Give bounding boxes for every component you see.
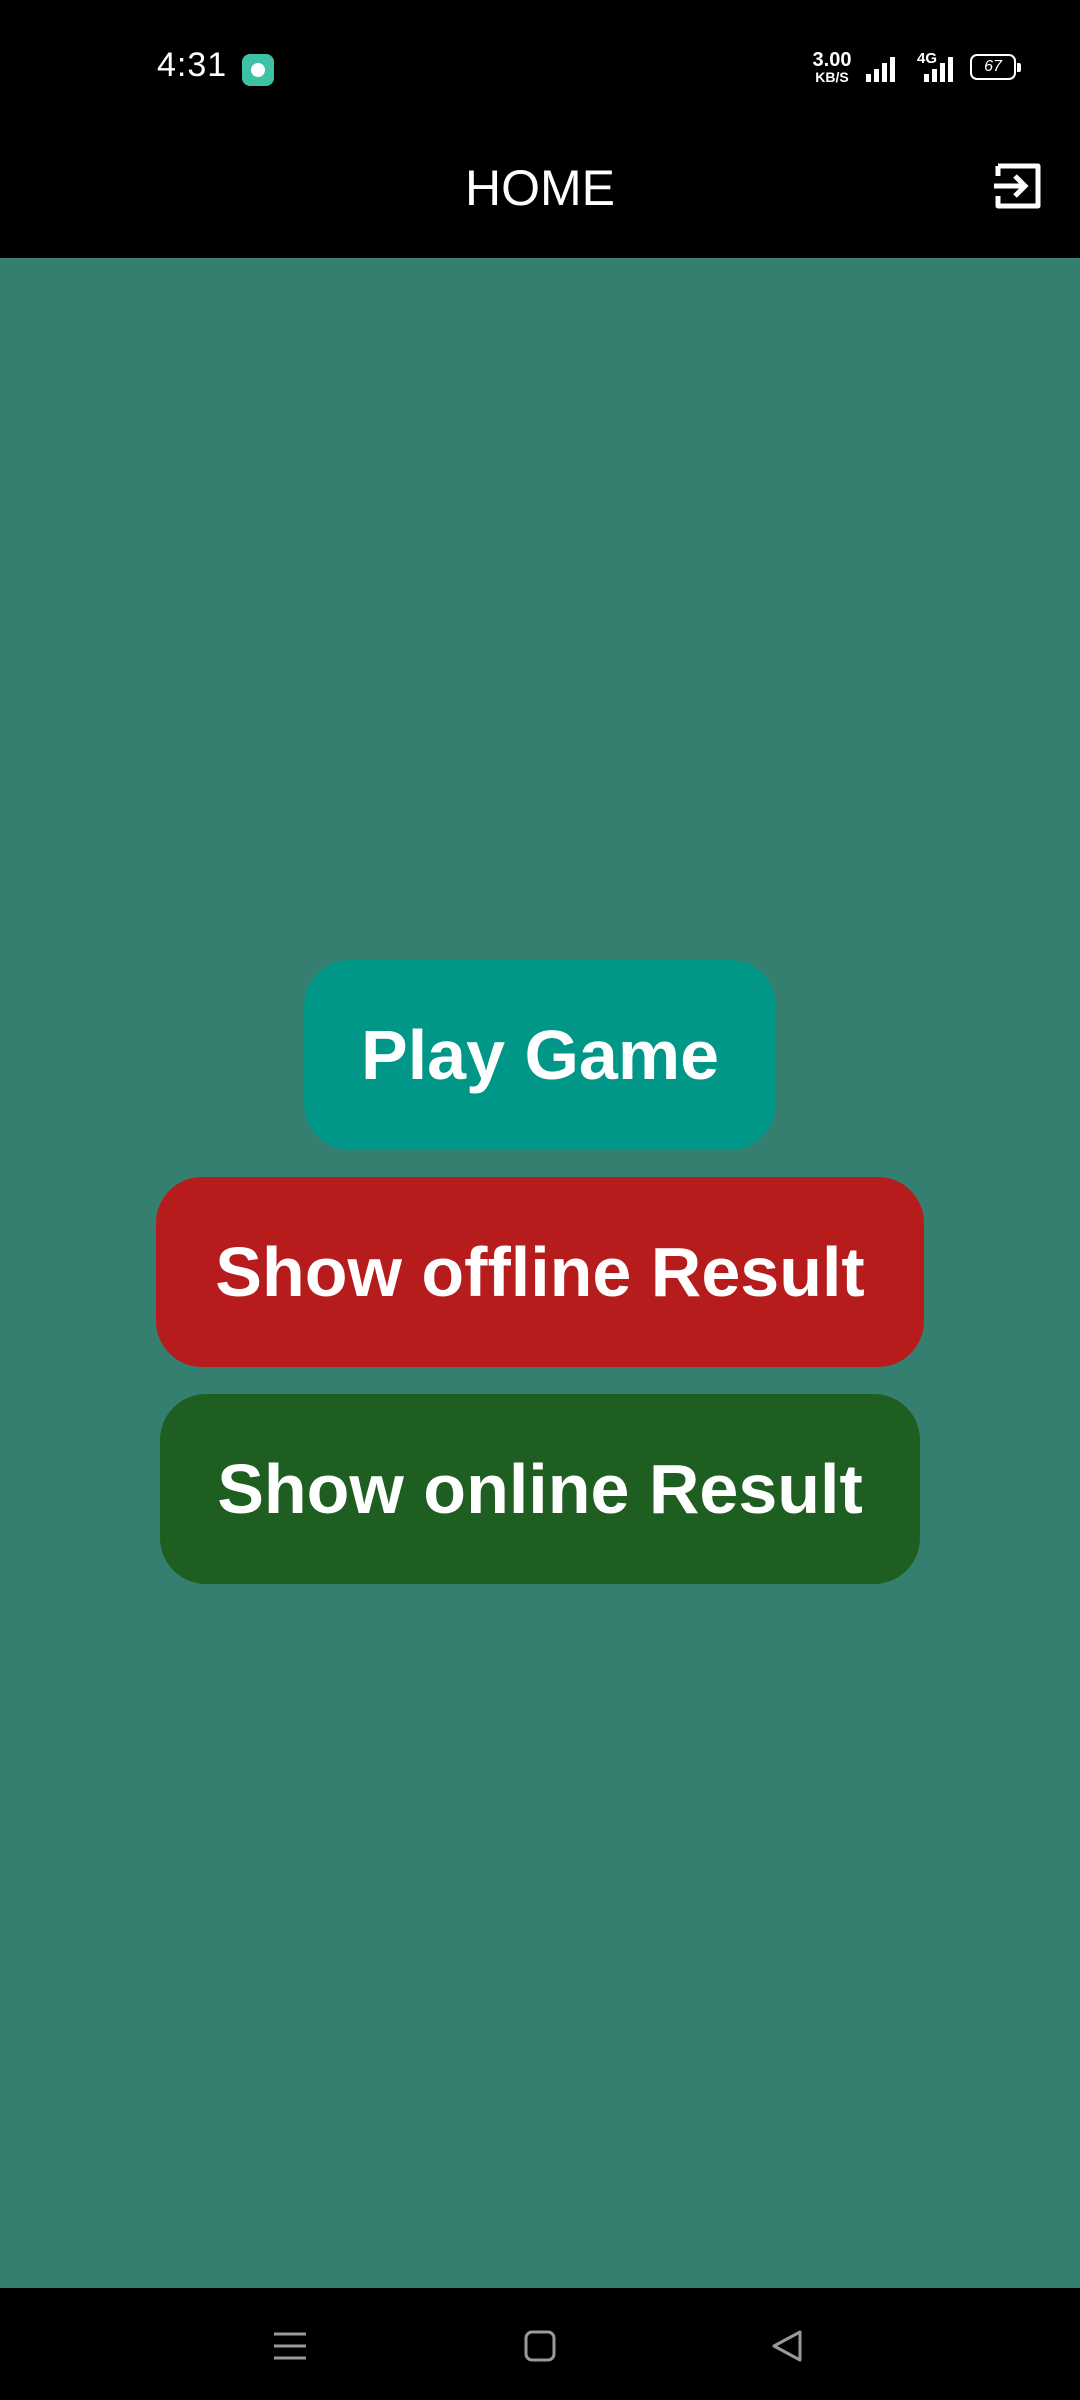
signal-strength-icon (866, 57, 895, 82)
main-content: Play Game Show offline Result Show onlin… (0, 258, 1080, 2288)
battery-icon: 67 (970, 54, 1021, 80)
system-nav-bar (0, 2288, 1080, 2400)
play-game-button[interactable]: Play Game (304, 960, 776, 1150)
app-bar: HOME (0, 132, 1080, 258)
home-icon[interactable] (512, 2318, 568, 2374)
show-online-result-button[interactable]: Show online Result (160, 1394, 920, 1584)
status-bar: 4:31 3.00 KB/S 4G 67 (0, 0, 1080, 132)
app-notification-icon (242, 54, 274, 86)
screen: 4:31 3.00 KB/S 4G 67 HOME Play Game Show… (0, 0, 1080, 2400)
network-speed: 3.00 KB/S (806, 50, 858, 84)
show-offline-result-button[interactable]: Show offline Result (156, 1177, 924, 1367)
back-icon[interactable] (760, 2318, 816, 2374)
signal-strength-4g-icon (924, 57, 953, 82)
network-speed-value: 3.00 (812, 49, 852, 71)
page-title: HOME (465, 160, 615, 216)
status-time: 4:31 (157, 46, 228, 84)
logout-icon[interactable] (990, 158, 1046, 214)
menu-icon[interactable] (262, 2318, 318, 2374)
network-speed-unit: KB/S (815, 69, 849, 85)
